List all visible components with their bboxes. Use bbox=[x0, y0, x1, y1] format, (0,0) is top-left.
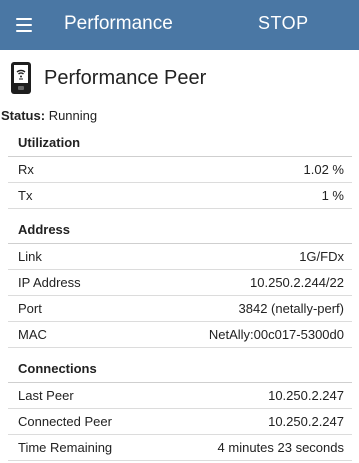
stop-button[interactable]: STOP bbox=[258, 13, 309, 34]
row-label: Time Remaining bbox=[18, 440, 113, 455]
status-line: Status: Running bbox=[0, 106, 359, 126]
row-value: 3842 (netally-perf) bbox=[238, 301, 345, 316]
section-header: Connections bbox=[8, 356, 352, 383]
row-value: 10.250.2.247 bbox=[268, 388, 344, 403]
peer-header: Performance Peer bbox=[0, 50, 359, 106]
table-row: Port 3842 (netally-perf) bbox=[8, 296, 352, 322]
table-row: IP Address 10.250.2.244/22 bbox=[8, 270, 352, 296]
row-value: 4 minutes 23 seconds bbox=[217, 440, 344, 455]
table-row: Tx 1 % bbox=[8, 183, 352, 209]
row-label: Last Peer bbox=[18, 388, 74, 403]
table-row: Link 1G/FDx bbox=[8, 244, 352, 270]
row-label: MAC bbox=[18, 327, 47, 342]
row-value: 1G/FDx bbox=[299, 249, 344, 264]
row-label: Link bbox=[18, 249, 42, 264]
row-value: 1.02 % bbox=[303, 162, 344, 177]
table-row: MAC NetAlly:00c017-5300d0 bbox=[8, 322, 352, 348]
status-label: Status: bbox=[1, 108, 46, 123]
row-label: Connected Peer bbox=[18, 414, 112, 429]
table-row: Time Remaining 4 minutes 23 seconds bbox=[8, 435, 352, 461]
table-row: Connected Peer 10.250.2.247 bbox=[8, 409, 352, 435]
row-label: Tx bbox=[18, 188, 33, 203]
row-value: 1 % bbox=[321, 188, 344, 203]
row-label: Rx bbox=[18, 162, 34, 177]
row-value: NetAlly:00c017-5300d0 bbox=[208, 327, 344, 342]
status-value: Running bbox=[48, 108, 98, 123]
section-address: Address Link 1G/FDx IP Address 10.250.2.… bbox=[8, 217, 352, 348]
section-utilization: Utilization Rx 1.02 % Tx 1 % bbox=[8, 130, 352, 209]
handheld-device-icon bbox=[11, 62, 31, 94]
peer-title: Performance Peer bbox=[44, 66, 207, 89]
row-label: Port bbox=[18, 301, 42, 316]
section-header: Address bbox=[8, 217, 352, 244]
hamburger-menu-icon[interactable] bbox=[16, 18, 32, 32]
row-value: 10.250.2.247 bbox=[268, 414, 344, 429]
app-bar: Performance STOP bbox=[0, 0, 359, 50]
section-connections: Connections Last Peer 10.250.2.247 Conne… bbox=[8, 356, 352, 461]
app-title: Performance bbox=[64, 13, 173, 34]
table-row: Rx 1.02 % bbox=[8, 157, 352, 183]
section-header: Utilization bbox=[8, 130, 352, 157]
row-value: 10.250.2.244/22 bbox=[250, 275, 344, 290]
table-row: Last Peer 10.250.2.247 bbox=[8, 383, 352, 409]
row-label: IP Address bbox=[18, 275, 81, 290]
